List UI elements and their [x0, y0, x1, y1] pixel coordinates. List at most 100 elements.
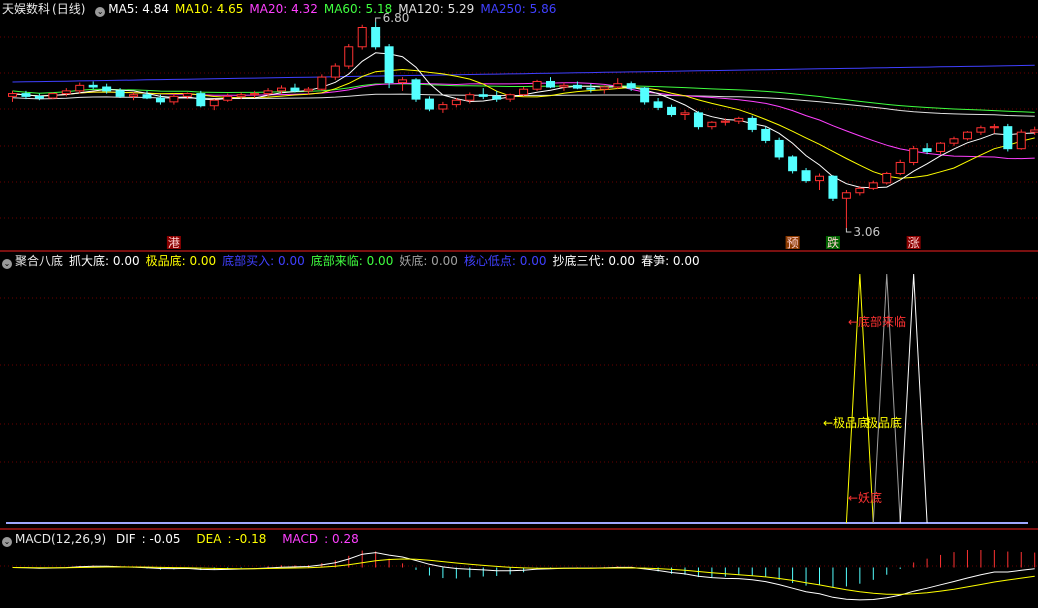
indicator-legend-item: 抄底三代: 0.00	[552, 254, 636, 268]
candle-body	[8, 93, 17, 97]
dif-line	[12, 552, 1035, 601]
ma10-line	[12, 68, 1035, 179]
ma250-line	[12, 64, 1035, 83]
indicator-legend: ⌄ 聚合八底 抓大底: 0.00 极品底: 0.00 底部买入: 0.00 底部来临: 0…	[2, 253, 706, 269]
signal-marker: 涨	[908, 235, 920, 250]
candle-body	[909, 148, 919, 163]
candle-body	[115, 90, 125, 97]
macd-legend: ⌄ MACD(12,26,9) DIF: -0.05 DEA: -0.18 MAC…	[2, 531, 371, 547]
candle-body	[720, 120, 730, 123]
candle-body	[962, 131, 972, 140]
candle-body	[855, 187, 865, 194]
indicator-chart: ←底部来临 ←极品底极品底 ←妖底	[0, 273, 1038, 524]
macd-dif: DIF: -0.05	[115, 532, 181, 546]
macd-value: MACD: 0.28	[282, 532, 359, 546]
candle-body	[384, 46, 394, 84]
candle-body	[989, 126, 999, 129]
candle-body	[680, 112, 690, 116]
candle-body	[1030, 129, 1038, 133]
candle-body	[976, 127, 986, 133]
candle-body	[774, 139, 784, 158]
signal-marker: 预	[787, 236, 799, 250]
annotation-premium-bottom: 极品底	[866, 415, 902, 430]
candle-body	[263, 90, 273, 95]
candle-body	[868, 182, 878, 189]
candle-body	[478, 94, 488, 97]
candle-body	[317, 76, 327, 90]
candle-body	[88, 84, 98, 88]
candle-body	[586, 87, 596, 90]
candle-body	[788, 156, 798, 172]
candle-body	[841, 192, 851, 199]
candle-body	[34, 95, 44, 99]
indicator-values: 抓大底: 0.00 极品底: 0.00 底部买入: 0.00 底部来临: 0.00 妖底…	[69, 254, 706, 268]
candle-body	[411, 79, 421, 100]
candle-body	[424, 98, 434, 110]
candle-body	[250, 93, 260, 96]
candle-body	[532, 80, 542, 90]
ma5-line	[12, 52, 1035, 189]
candle-body	[223, 95, 233, 101]
stock-name: 天娱数科	[2, 2, 51, 16]
macd-name: MACD(12,26,9)	[15, 532, 107, 546]
candle-body	[546, 80, 555, 88]
candle-body	[371, 27, 381, 48]
signal-spike-yellow	[845, 273, 874, 524]
candle-body	[209, 99, 219, 107]
candle-body	[75, 84, 85, 92]
signal-spike-gray	[872, 273, 901, 524]
candle-body	[922, 148, 932, 152]
candle-body	[398, 79, 408, 84]
signal-spike-white	[899, 273, 928, 524]
candle-body	[492, 95, 502, 100]
candlestick-chart: 6.803.06港预跌涨	[0, 11, 1038, 250]
candle-body	[451, 99, 461, 106]
candle-body	[290, 87, 300, 92]
candle-body	[438, 104, 448, 110]
candle-body	[303, 88, 313, 92]
candle-body	[761, 128, 771, 141]
indicator-menu-icon[interactable]: ⌄	[2, 259, 12, 269]
macd-dea: DEA: -0.18	[196, 532, 267, 546]
annotation-demon-bottom: ←妖底	[848, 490, 882, 505]
signal-marker: 港	[168, 236, 180, 250]
indicator-legend-item: 抓大底: 0.00	[69, 254, 140, 268]
low-pointer	[845, 228, 852, 233]
candle-body	[277, 87, 286, 92]
candle-body	[667, 106, 677, 116]
candle-body	[182, 93, 192, 97]
candle-body	[559, 84, 569, 88]
candle-body	[828, 175, 838, 199]
candle-body	[155, 97, 165, 103]
period-label: (日线)	[52, 2, 86, 16]
candle-body	[949, 138, 959, 144]
ma-legend-item: MA20: 4.32	[249, 2, 318, 16]
high-pointer	[375, 17, 381, 22]
candle-body	[1003, 126, 1013, 150]
indicator-panel: ⌄ 聚合八底 抓大底: 0.00 极品底: 0.00 底部买入: 0.00 底部来临: 0…	[0, 252, 1038, 528]
ma-legend-item: MA10: 4.65	[175, 2, 244, 16]
macd-menu-icon[interactable]: ⌄	[2, 537, 12, 547]
candle-body	[129, 94, 139, 97]
settings-icon[interactable]: ⌄	[95, 7, 106, 17]
dea-line	[12, 558, 1035, 595]
indicator-legend-item: 春笋: 0.00	[641, 254, 700, 268]
candle-body	[882, 172, 892, 184]
candle-body	[236, 94, 246, 97]
candle-body	[626, 83, 636, 89]
candle-body	[815, 175, 824, 182]
ma-legend-item: MA5: 4.84	[108, 2, 169, 16]
ma120-line	[12, 93, 1035, 117]
candle-body	[653, 101, 663, 108]
indicator-name: 聚合八底	[15, 254, 64, 268]
candle-body	[801, 170, 811, 182]
ma-legend: MA5: 4.84 MA10: 4.65 MA20: 4.32 MA60: 5.18 M…	[108, 2, 562, 16]
candle-body	[599, 86, 609, 90]
low-label: 3.06	[853, 225, 880, 239]
candle-body	[613, 83, 623, 88]
indicator-legend-item: 底部来临: 0.00	[310, 254, 394, 268]
candle-body	[693, 112, 703, 128]
price-legend: 天娱数科 (日线) ⌄ MA5: 4.84 MA10: 4.65 MA20: 4.32 M…	[2, 1, 562, 17]
candle-body	[1016, 131, 1026, 150]
signal-marker: 跌	[827, 235, 839, 250]
